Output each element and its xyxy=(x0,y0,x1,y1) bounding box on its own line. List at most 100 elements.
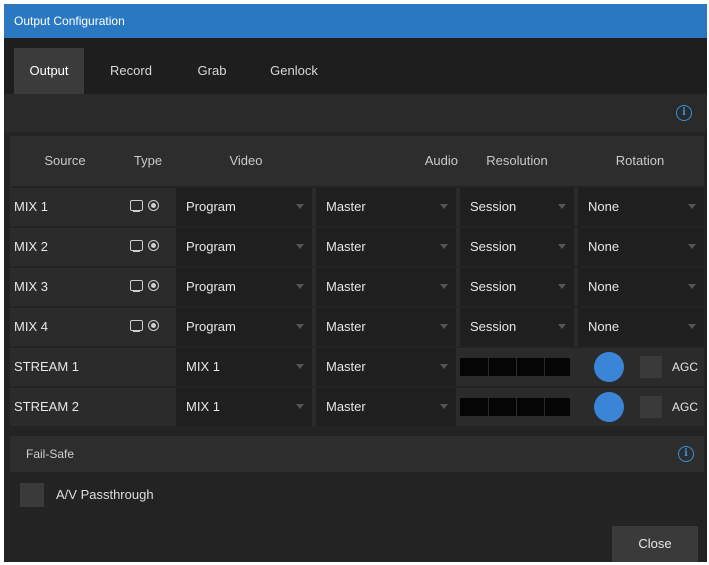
agc-checkbox[interactable] xyxy=(640,396,662,418)
header-resolution: Resolution xyxy=(486,153,548,168)
chevron-down-icon xyxy=(688,284,696,289)
resolution-value: Session xyxy=(470,199,517,214)
info-icon[interactable]: i xyxy=(678,446,694,462)
resolution-select[interactable]: Session xyxy=(460,308,574,346)
tab-bar: Output Record Grab Genlock xyxy=(4,38,707,94)
output-configuration-window: Output Configuration Output Record Grab … xyxy=(4,4,707,562)
monitor-icon[interactable] xyxy=(130,320,143,332)
chevron-down-icon xyxy=(688,244,696,249)
chevron-down-icon xyxy=(440,364,448,369)
source-label: STREAM 1 xyxy=(14,359,80,374)
source-label: MIX 4 xyxy=(14,319,48,334)
table-row: STREAM 2 MIX 1 Master AGC xyxy=(10,388,704,426)
tab-genlock[interactable]: Genlock xyxy=(254,48,334,94)
chevron-down-icon xyxy=(440,284,448,289)
close-button[interactable]: Close xyxy=(612,526,698,562)
volume-knob[interactable] xyxy=(594,352,624,382)
chevron-down-icon xyxy=(296,204,304,209)
table-row: MIX 3 Program Master Session None xyxy=(10,268,704,306)
header-video: Video xyxy=(229,153,263,168)
rotation-select[interactable]: None xyxy=(578,268,704,306)
audio-select[interactable]: Master xyxy=(316,228,456,266)
video-value: Program xyxy=(186,319,236,334)
table-header: Source Type Video Audio Resolution Rotat… xyxy=(10,136,704,186)
audio-value: Master xyxy=(326,239,366,254)
chevron-down-icon xyxy=(440,404,448,409)
monitor-icon[interactable] xyxy=(130,240,143,252)
audio-value: Master xyxy=(326,279,366,294)
chevron-down-icon xyxy=(296,324,304,329)
chevron-down-icon xyxy=(296,284,304,289)
header-type: Type xyxy=(133,153,163,168)
failsafe-section-header: Fail-Safe i xyxy=(10,436,704,472)
rotation-value: None xyxy=(588,199,620,214)
rotation-select[interactable]: None xyxy=(578,228,704,266)
header-source: Source xyxy=(44,153,86,168)
chevron-down-icon xyxy=(296,244,304,249)
chevron-down-icon xyxy=(558,244,566,249)
audio-select[interactable]: Master xyxy=(316,348,456,386)
chevron-down-icon xyxy=(296,404,304,409)
rotation-select[interactable]: None xyxy=(578,188,704,226)
video-select[interactable]: Program xyxy=(176,228,312,266)
audio-select[interactable]: Master xyxy=(316,188,456,226)
rotation-value: None xyxy=(588,319,620,334)
source-label: MIX 3 xyxy=(14,279,48,294)
video-value: MIX 1 xyxy=(186,359,220,374)
tab-grab[interactable]: Grab xyxy=(182,48,242,94)
video-select[interactable]: Program xyxy=(176,268,312,306)
av-passthrough-checkbox[interactable] xyxy=(20,483,44,507)
resolution-value: Session xyxy=(470,239,517,254)
chevron-down-icon xyxy=(558,324,566,329)
video-select[interactable]: Program xyxy=(176,308,312,346)
monitor-icon[interactable] xyxy=(130,200,143,212)
video-value: Program xyxy=(186,199,236,214)
record-icon[interactable] xyxy=(148,280,159,291)
output-info-strip: i xyxy=(4,94,707,132)
av-passthrough-row: A/V Passthrough xyxy=(10,478,704,512)
record-icon[interactable] xyxy=(148,200,159,211)
chevron-down-icon xyxy=(296,364,304,369)
av-passthrough-label: A/V Passthrough xyxy=(56,487,154,502)
header-rotation: Rotation xyxy=(615,153,665,168)
chevron-down-icon xyxy=(440,204,448,209)
chevron-down-icon xyxy=(440,324,448,329)
source-label: MIX 1 xyxy=(14,199,48,214)
tab-output[interactable]: Output xyxy=(14,48,84,94)
chevron-down-icon xyxy=(440,244,448,249)
audio-value: Master xyxy=(326,319,366,334)
audio-level-meter xyxy=(460,398,570,416)
rotation-select[interactable]: None xyxy=(578,308,704,346)
video-select[interactable]: MIX 1 xyxy=(176,348,312,386)
audio-value: Master xyxy=(326,399,366,414)
record-icon[interactable] xyxy=(148,320,159,331)
video-select[interactable]: MIX 1 xyxy=(176,388,312,426)
resolution-select[interactable]: Session xyxy=(460,188,574,226)
audio-select[interactable]: Master xyxy=(316,308,456,346)
source-label: STREAM 2 xyxy=(14,399,80,414)
video-value: MIX 1 xyxy=(186,399,220,414)
window-title: Output Configuration xyxy=(14,14,125,28)
info-icon[interactable]: i xyxy=(676,105,692,121)
agc-label: AGC xyxy=(672,360,699,374)
audio-select[interactable]: Master xyxy=(316,388,456,426)
video-select[interactable]: Program xyxy=(176,188,312,226)
chevron-down-icon xyxy=(558,204,566,209)
audio-level-meter xyxy=(460,358,570,376)
record-icon[interactable] xyxy=(148,240,159,251)
resolution-select[interactable]: Session xyxy=(460,228,574,266)
video-value: Program xyxy=(186,279,236,294)
agc-checkbox[interactable] xyxy=(640,356,662,378)
chevron-down-icon xyxy=(688,204,696,209)
title-bar: Output Configuration xyxy=(4,4,707,38)
table-row: MIX 2 Program Master Session None xyxy=(10,228,704,266)
volume-knob[interactable] xyxy=(594,392,624,422)
source-label: MIX 2 xyxy=(14,239,48,254)
failsafe-title: Fail-Safe xyxy=(26,447,75,461)
tab-record[interactable]: Record xyxy=(96,48,166,94)
resolution-select[interactable]: Session xyxy=(460,268,574,306)
table-row: MIX 1 Program Master Session None xyxy=(10,188,704,226)
table-row: MIX 4 Program Master Session None xyxy=(10,308,704,346)
audio-select[interactable]: Master xyxy=(316,268,456,306)
monitor-icon[interactable] xyxy=(130,280,143,292)
